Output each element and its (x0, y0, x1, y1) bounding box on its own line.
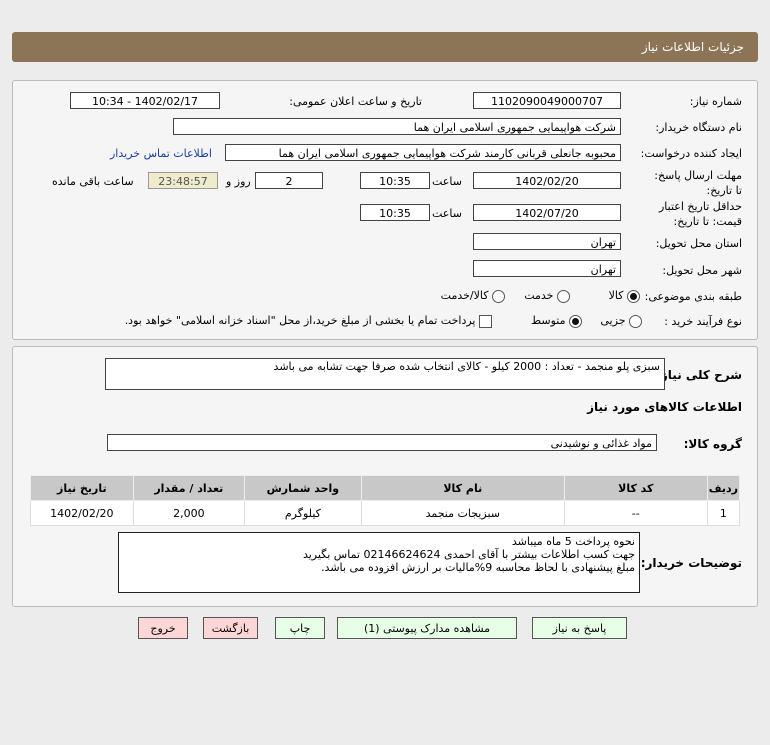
col-row: ردیف (706, 475, 741, 501)
validity-date-field: 1402/07/20 (473, 204, 621, 221)
col-name: نام کالا (360, 475, 565, 501)
category-label: طبقه بندی موضوعی: (644, 290, 742, 303)
category-radio-service[interactable]: خدمت (524, 289, 570, 303)
process-radio-minor[interactable]: جزیی (600, 314, 642, 328)
validity-label: حداقل تاریخ اعتبار قیمت: تا تاریخ: (658, 200, 742, 228)
table-row: 1 -- سبزیجات منجمد کیلوگرم 2,000 1402/02/20 (30, 500, 741, 526)
city-label: شهر محل تحویل: (662, 264, 742, 277)
deadline-time-label: ساعت (432, 175, 462, 188)
announce-field: 1402/02/17 - 10:34 (70, 92, 220, 109)
announce-label: تاریخ و ساعت اعلان عمومی: (289, 95, 422, 108)
buyer-field: شرکت هواپیمایی جمهوری اسلامی ایران هما (173, 118, 621, 135)
creator-field: محبوبه جانعلی قربانی کارمند شرکت هواپیما… (225, 144, 621, 161)
remaining-time-field: 23:48:57 (148, 172, 218, 189)
col-unit: واحد شمارش (243, 475, 362, 501)
notes-label: توضیحات خریدار: (640, 556, 742, 570)
goods-table: ردیف کد کالا نام کالا واحد شمارش تعداد / مقد… (30, 475, 741, 526)
page-title: جزئیات اطلاعات نیاز (641, 40, 744, 54)
validity-time-label: ساعت (432, 207, 462, 220)
remaining-label: ساعت باقی مانده (52, 175, 134, 188)
province-field: تهران (473, 233, 621, 250)
print-button[interactable]: چاپ (275, 617, 325, 639)
reply-button[interactable]: پاسخ به نیاز (532, 617, 627, 639)
attachments-button[interactable]: مشاهده مدارک پیوستی (1) (337, 617, 517, 639)
need-number-label: شماره نیاز: (689, 95, 742, 108)
province-label: استان محل تحویل: (655, 237, 742, 250)
days-field: 2 (255, 172, 323, 189)
col-date: تاریخ نیاز (30, 475, 134, 501)
validity-time-field: 10:35 (360, 204, 430, 221)
buyer-contact-link[interactable]: اطلاعات تماس خریدار (110, 147, 212, 160)
process-label: نوع فرآیند خرید : (664, 315, 742, 328)
need-number-field: 1102090049000707 (473, 92, 621, 109)
goods-group-label: گروه کالا: (683, 437, 742, 451)
summary-field: سبزی پلو منجمد - تعداد : 2000 کیلو - کال… (105, 358, 665, 390)
page-header: جزئیات اطلاعات نیاز (12, 32, 758, 62)
goods-group-field: مواد غذائی و نوشیدنی (107, 434, 657, 451)
city-field: تهران (473, 260, 621, 277)
creator-label: ایجاد کننده درخواست: (640, 147, 742, 160)
summary-label: شرح کلی نیاز: (656, 368, 742, 382)
buyer-label: نام دستگاه خریدار: (655, 121, 742, 134)
deadline-time-field: 10:35 (360, 172, 430, 189)
col-qty: تعداد / مقدار (132, 475, 245, 501)
deadline-date-field: 1402/02/20 (473, 172, 621, 189)
exit-button[interactable]: خروج (138, 617, 188, 639)
category-radio-goods[interactable]: کالا (609, 289, 640, 303)
category-radio-goods-service[interactable]: کالا/خدمت (441, 289, 505, 303)
deadline-label: مهلت ارسال پاسخ: تا تاریخ: (654, 169, 742, 197)
notes-field: نحوه پرداخت 5 ماه میباشد جهت کسب اطلاعات … (118, 532, 640, 593)
days-label: روز و (226, 175, 251, 188)
col-code: کد کالا (563, 475, 708, 501)
goods-section-title: اطلاعات کالاهای مورد نیاز (587, 400, 742, 414)
process-radio-medium[interactable]: متوسط (531, 314, 582, 328)
treasury-checkbox[interactable]: پرداخت تمام یا بخشی از مبلغ خرید،از محل … (125, 314, 492, 328)
back-button[interactable]: بازگشت (203, 617, 258, 639)
